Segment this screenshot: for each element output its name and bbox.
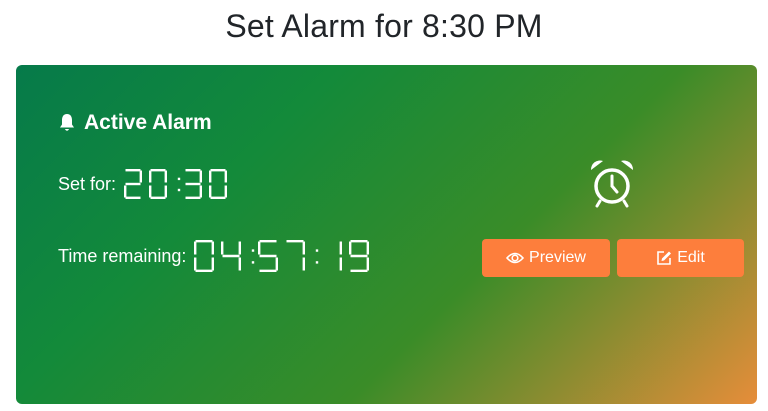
active-alarm-card: Active Alarm Set for: 20:30 Time remaini… bbox=[16, 65, 757, 404]
set-for-time: 20:30 bbox=[124, 169, 228, 199]
bell-icon bbox=[60, 114, 74, 131]
preview-button[interactable]: Preview bbox=[482, 239, 610, 277]
edit-button[interactable]: Edit bbox=[617, 239, 744, 277]
edit-icon bbox=[657, 251, 672, 265]
set-for-row: Set for: 20:30 bbox=[58, 169, 228, 199]
time-remaining-label: Time remaining: bbox=[58, 245, 187, 266]
preview-button-label: Preview bbox=[529, 249, 586, 266]
set-for-label: Set for: bbox=[58, 173, 117, 194]
eye-icon bbox=[506, 252, 525, 264]
time-remaining-row: Time remaining: 04:57:19 bbox=[58, 240, 370, 272]
edit-button-label: Edit bbox=[677, 249, 705, 266]
page-title: Set Alarm for 8:30 PM bbox=[225, 8, 543, 44]
card-title-text: Active Alarm bbox=[84, 111, 212, 134]
time-remaining-value: 04:57:19 bbox=[194, 240, 370, 272]
alarm-clock-icon bbox=[590, 160, 634, 208]
card-title: Active Alarm bbox=[58, 111, 212, 135]
